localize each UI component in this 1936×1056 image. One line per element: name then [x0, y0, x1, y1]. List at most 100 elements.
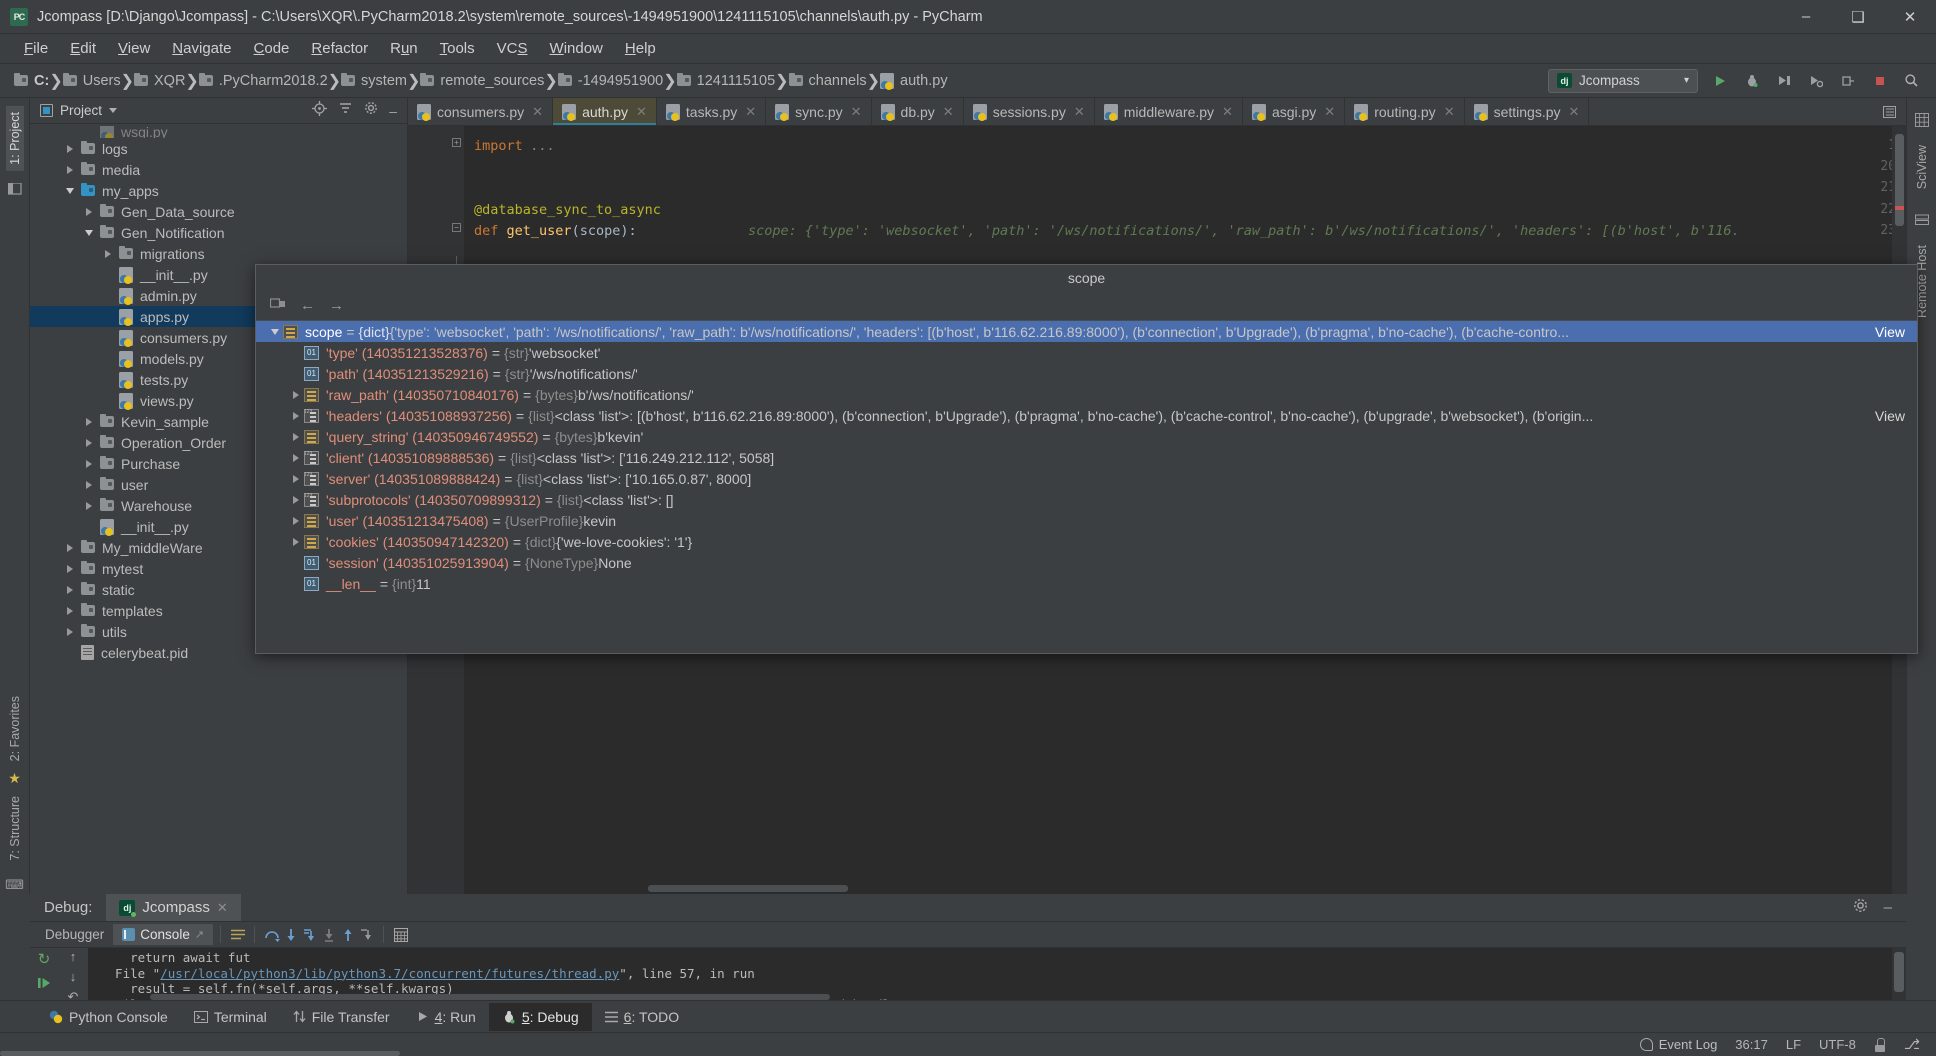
tree-item-my-apps[interactable]: my_apps [30, 180, 407, 201]
breadcrumb-item-auth-py[interactable]: auth.py [880, 72, 948, 90]
settings-gear-icon[interactable] [1853, 898, 1868, 918]
editor-tab-routing-py[interactable]: routing.py ✕ [1345, 98, 1465, 125]
variable-row-cookies[interactable]: 'cookies' (140350947142320) = {dict} {'we-… [256, 531, 1917, 552]
tree-twisty-collapsed-icon[interactable] [82, 207, 96, 216]
evaluate-expression-icon[interactable] [391, 925, 410, 944]
profile-icon[interactable] [1805, 70, 1826, 91]
view-value-link[interactable]: View [1875, 408, 1905, 424]
tree-twisty-collapsed-icon[interactable] [63, 585, 77, 594]
editor-tab-auth-py[interactable]: auth.py ✕ [553, 98, 657, 125]
tree-twisty-expanded-icon[interactable] [63, 187, 77, 194]
tree-twisty-expanded-icon[interactable] [82, 229, 96, 236]
console-vertical-scrollbar[interactable] [1894, 952, 1904, 992]
encoding[interactable]: UTF-8 [1819, 1037, 1856, 1052]
soft-wrap-icon[interactable]: ↶ [68, 989, 79, 1000]
minimize-button[interactable]: – [1780, 0, 1832, 33]
set-value-icon[interactable] [269, 296, 286, 315]
tree-twisty-collapsed-icon[interactable] [82, 501, 96, 510]
menu-item-file[interactable]: File [13, 37, 59, 60]
close-icon[interactable]: ✕ [532, 104, 543, 120]
menu-item-tools[interactable]: Tools [429, 37, 486, 60]
variable-row-type[interactable]: 01 'type' (140351213528376) = {str} 'websoc… [256, 342, 1917, 363]
locate-icon[interactable] [312, 100, 328, 121]
chevron-down-icon[interactable] [109, 108, 118, 113]
menu-item-run[interactable]: Run [379, 37, 429, 60]
tree-twisty-collapsed-icon[interactable] [63, 165, 77, 174]
scroll-down-icon[interactable]: ↓ [70, 969, 77, 984]
sidebar-item-structure[interactable]: 7: Structure [6, 790, 24, 867]
tree-twisty-collapsed-icon[interactable] [63, 627, 77, 636]
variable-row-headers[interactable]: 'headers' (140351088937256)={list} <clas… [256, 405, 1917, 426]
run-configuration-selector[interactable]: dj Jcompass ▾ [1548, 68, 1698, 93]
close-icon[interactable]: ✕ [217, 900, 228, 916]
view-value-link[interactable]: View [1875, 324, 1905, 340]
structure-small-icon[interactable] [6, 180, 24, 198]
variable-twisty-collapsed-icon[interactable] [287, 537, 304, 546]
variable-twisty-collapsed-icon[interactable] [287, 411, 304, 420]
editor-tab-consumers-py[interactable]: consumers.py ✕ [408, 98, 554, 125]
variable-twisty-collapsed-icon[interactable] [287, 495, 304, 504]
fold-toggle-icon[interactable]: + [452, 138, 461, 147]
sciview-grid-icon[interactable] [1913, 111, 1931, 129]
search-icon[interactable] [1901, 70, 1922, 91]
bottom-tab-file-transfer[interactable]: File Transfer [280, 1003, 403, 1031]
close-icon[interactable]: ✕ [1324, 104, 1335, 120]
attach-process-icon[interactable] [1837, 70, 1858, 91]
close-icon[interactable]: ✕ [745, 104, 756, 120]
menu-item-refactor[interactable]: Refactor [300, 37, 379, 60]
show-variables-icon[interactable] [228, 925, 247, 944]
close-button[interactable]: ✕ [1884, 0, 1936, 33]
bottom-tab-todo[interactable]: 6: TODO [592, 1003, 693, 1031]
collapse-all-icon[interactable] [338, 101, 353, 121]
variables-list[interactable]: scope = {dict} {'type': 'websocket', 'path… [256, 321, 1917, 653]
resume-program-icon[interactable] [37, 976, 52, 995]
variable-twisty-collapsed-icon[interactable] [287, 390, 304, 399]
debug-session-tab[interactable]: dj Jcompass ✕ [106, 894, 241, 921]
close-icon[interactable]: ✕ [1444, 104, 1455, 120]
tree-twisty-collapsed-icon[interactable] [82, 417, 96, 426]
tab-debugger[interactable]: Debugger [36, 924, 113, 945]
run-coverage-icon[interactable] [1773, 70, 1794, 91]
tree-item-logs[interactable]: logs [30, 138, 407, 159]
step-into-icon[interactable] [281, 925, 300, 944]
line-separator[interactable]: LF [1786, 1037, 1801, 1052]
tree-twisty-collapsed-icon[interactable] [63, 564, 77, 573]
close-icon[interactable]: ✕ [636, 104, 647, 120]
debug-icon[interactable] [1741, 70, 1762, 91]
console-file-link[interactable]: /usr/local/python3/lib/python3.7/concurr… [160, 966, 619, 981]
editor-tab-settings-py[interactable]: settings.py ✕ [1464, 98, 1590, 125]
editor-tab-middleware-py[interactable]: middleware.py ✕ [1094, 98, 1243, 125]
variable-row-session[interactable]: 01 'session' (140351025913904) = {NoneType}… [256, 552, 1917, 573]
fold-toggle-icon[interactable]: − [452, 223, 461, 232]
tree-twisty-collapsed-icon[interactable] [63, 144, 77, 153]
breadcrumb-item-users[interactable]: Users [62, 72, 121, 89]
tree-item-migrations[interactable]: migrations [30, 243, 407, 264]
step-out-icon[interactable] [338, 925, 357, 944]
tree-item-gen-notification[interactable]: Gen_Notification [30, 222, 407, 243]
editor-horizontal-scrollbar[interactable] [648, 885, 848, 892]
close-icon[interactable]: ✕ [943, 104, 954, 120]
breadcrumb-item-c-[interactable]: C: [14, 72, 49, 89]
variable-row-scope[interactable]: scope = {dict} {'type': 'websocket', 'path… [256, 321, 1917, 342]
variable-row-client[interactable]: 'client' (140351089888536)={list} <class… [256, 447, 1917, 468]
sidebar-item-sciview[interactable]: SciView [1913, 139, 1931, 195]
variable-twisty-collapsed-icon[interactable] [287, 516, 304, 525]
breadcrumb-item--pycharm2018-2[interactable]: .PyCharm2018.2 [198, 72, 328, 89]
force-step-into-icon[interactable] [300, 925, 319, 944]
bottom-tab-run[interactable]: 4: Run [403, 1003, 489, 1031]
tree-twisty-collapsed-icon[interactable] [82, 459, 96, 468]
branch-icon[interactable]: ⎇ [1904, 1036, 1920, 1053]
close-icon[interactable]: ✕ [1569, 104, 1580, 120]
editor-vertical-scrollbar[interactable] [1895, 134, 1904, 226]
debug-console[interactable]: ↻ » ↑ ↓ ↶ » return [30, 948, 1906, 1000]
event-log-button[interactable]: Event Log [1639, 1037, 1717, 1052]
editor-tab-asgi-py[interactable]: asgi.py ✕ [1242, 98, 1346, 125]
variable-twisty-collapsed-icon[interactable] [287, 432, 304, 441]
tree-item-media[interactable]: media [30, 159, 407, 180]
breadcrumb-item-channels[interactable]: channels [788, 72, 867, 89]
variable-twisty-collapsed-icon[interactable] [287, 474, 304, 483]
tree-twisty-collapsed-icon[interactable] [82, 480, 96, 489]
breadcrumb-item-xqr[interactable]: XQR [134, 72, 185, 89]
variable-row-user[interactable]: 'user' (140351213475408) = {UserProfile} k… [256, 510, 1917, 531]
tree-twisty-collapsed-icon[interactable] [63, 543, 77, 552]
